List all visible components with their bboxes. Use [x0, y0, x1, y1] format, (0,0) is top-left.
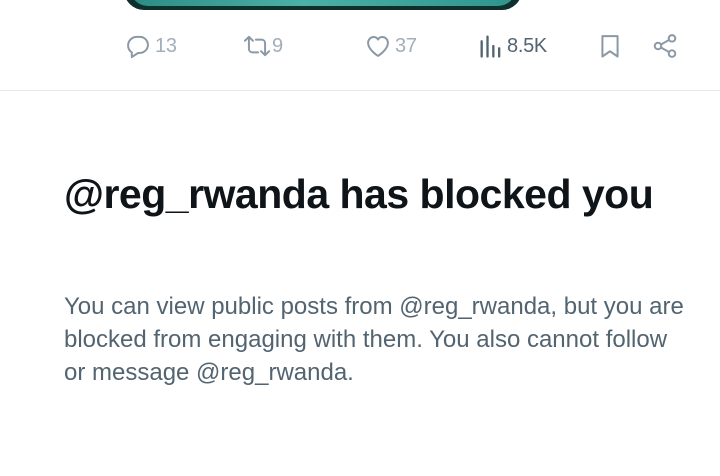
- repost-count: 9: [272, 34, 283, 57]
- views-chart-icon: [478, 32, 504, 60]
- reply-icon: [124, 32, 152, 60]
- repost-icon: [242, 32, 272, 60]
- like-count: 37: [395, 34, 417, 57]
- bookmark-icon: [596, 32, 624, 60]
- post-media-image[interactable]: [124, 0, 522, 10]
- section-divider: [0, 90, 720, 91]
- like-button[interactable]: 37: [364, 26, 417, 66]
- share-icon: [651, 32, 679, 60]
- views-count: 8.5K: [507, 34, 547, 57]
- blocked-message: You can view public posts from @reg_rwan…: [64, 293, 684, 386]
- repost-button[interactable]: 9: [242, 26, 283, 66]
- views-button[interactable]: 8.5K: [478, 26, 547, 66]
- reply-button[interactable]: 13: [124, 26, 177, 66]
- post-action-bar: 13 9 37 8.5K: [0, 26, 720, 66]
- reply-count: 13: [155, 34, 177, 57]
- post-page: 13 9 37 8.5K @reg_rwanda has blocked you…: [0, 0, 720, 476]
- bookmark-button[interactable]: [596, 26, 624, 66]
- blocked-title: @reg_rwanda has blocked you: [64, 171, 654, 217]
- heart-icon: [364, 32, 392, 60]
- share-button[interactable]: [651, 26, 679, 66]
- media-image-content: [130, 0, 516, 6]
